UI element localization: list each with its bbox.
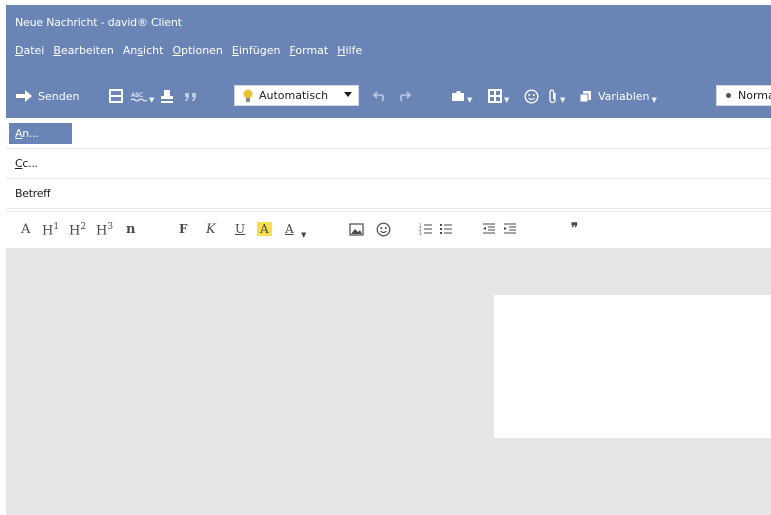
variables-dropdown-icon[interactable]: ▼	[652, 96, 657, 104]
italic-button[interactable]: K	[206, 222, 216, 237]
smiley-icon	[524, 88, 539, 104]
attachment-button[interactable]: ▼	[548, 85, 565, 107]
send-label: Senden	[38, 89, 80, 103]
menu-datei[interactable]: Datei	[15, 44, 44, 57]
window-title: Neue Nachricht - david® Client	[15, 16, 182, 29]
to-row: An...	[6, 119, 771, 149]
chevron-down-icon	[344, 92, 352, 97]
menu-einfuegen[interactable]: Einfügen	[232, 44, 281, 57]
message-fields: An... Cc... Betreff	[6, 119, 771, 209]
copy-icon	[579, 90, 591, 102]
variables-button[interactable]: Variablen ▼	[579, 85, 657, 107]
attachment-dropdown-icon[interactable]: ▼	[560, 96, 565, 104]
font-button[interactable]: A	[21, 222, 30, 237]
folder-dropdown-icon[interactable]: ▼	[467, 96, 472, 104]
stamp-button[interactable]	[160, 85, 174, 107]
save-icon	[109, 89, 123, 103]
cc-label[interactable]: Cc...	[15, 157, 38, 170]
folder-icon	[452, 91, 464, 101]
style-value: Norma	[738, 89, 771, 102]
svg-text:ABC: ABC	[131, 92, 143, 99]
arrow-right-icon	[16, 90, 32, 102]
menu-format[interactable]: Format	[289, 44, 328, 57]
table-icon	[488, 89, 502, 103]
numbered-list-icon[interactable]: 123	[419, 222, 433, 236]
quote-icon	[185, 93, 196, 101]
to-label: An...	[15, 127, 39, 140]
image-icon[interactable]	[349, 223, 364, 236]
stamp-icon	[161, 90, 173, 103]
smiley-icon[interactable]	[376, 222, 391, 237]
svg-text:3: 3	[419, 231, 422, 236]
main-toolbar: Senden ABC ▼ Automatisch ▼ ▼ ▼ Variablen…	[15, 85, 771, 107]
undo-icon	[373, 91, 385, 102]
quote-button[interactable]	[184, 85, 198, 107]
subject-label: Betreff	[15, 187, 51, 200]
heading3-button[interactable]: H3	[96, 222, 113, 238]
spellcheck-button[interactable]: ABC ▼	[131, 85, 154, 107]
folder-button[interactable]: ▼	[451, 85, 472, 107]
undo-button[interactable]	[373, 85, 387, 107]
spellcheck-dropdown-icon[interactable]: ▼	[149, 96, 154, 104]
subject-row[interactable]: Betreff	[6, 179, 771, 209]
priority-select[interactable]: Automatisch	[234, 85, 359, 106]
spellcheck-icon: ABC	[131, 92, 147, 102]
indent-icon[interactable]	[503, 222, 517, 236]
outdent-icon[interactable]	[482, 222, 496, 236]
message-body-area[interactable]	[6, 248, 771, 515]
paragraph-style-select[interactable]: Norma	[716, 85, 771, 106]
format-toolbar: A H1 H2 H3 n F K U A A ▼ 123 ❞	[6, 211, 771, 247]
cc-row[interactable]: Cc...	[6, 149, 771, 179]
menu-ansicht[interactable]: Ansicht	[123, 44, 164, 57]
lightbulb-icon	[243, 89, 253, 102]
font-color-dropdown-icon[interactable]: ▼	[301, 231, 306, 239]
underline-button[interactable]: U	[235, 222, 245, 236]
header-bar: Neue Nachricht - david® Client Datei Bea…	[6, 5, 771, 118]
style-bullet-icon	[726, 93, 731, 98]
bullet-list-icon[interactable]	[439, 222, 453, 236]
send-button[interactable]: Senden	[15, 85, 79, 107]
highlight-button[interactable]: A	[257, 222, 272, 236]
heading1-button[interactable]: H1	[42, 222, 59, 238]
app-window: Neue Nachricht - david® Client Datei Bea…	[6, 5, 771, 515]
paperclip-icon	[549, 89, 556, 103]
heading2-button[interactable]: H2	[69, 222, 86, 238]
variables-label: Variablen	[598, 89, 650, 103]
redo-icon	[399, 91, 411, 102]
priority-value: Automatisch	[259, 89, 329, 102]
redo-button[interactable]	[397, 85, 411, 107]
normal-text-button[interactable]: n	[126, 222, 135, 237]
font-color-button[interactable]: A	[285, 222, 294, 236]
save-button[interactable]	[109, 85, 123, 107]
bold-button[interactable]: F	[179, 222, 188, 236]
menu-bearbeiten[interactable]: Bearbeiten	[53, 44, 113, 57]
table-button[interactable]: ▼	[488, 85, 509, 107]
menu-bar: Datei Bearbeiten Ansicht Optionen Einfüg…	[15, 44, 362, 57]
smiley-button[interactable]	[524, 85, 539, 107]
menu-optionen[interactable]: Optionen	[172, 44, 222, 57]
blockquote-button[interactable]: ❞	[571, 221, 578, 236]
menu-hilfe[interactable]: Hilfe	[337, 44, 362, 57]
message-body-paper[interactable]	[494, 295, 771, 438]
table-dropdown-icon[interactable]: ▼	[504, 96, 509, 104]
to-button[interactable]: An...	[9, 123, 72, 144]
